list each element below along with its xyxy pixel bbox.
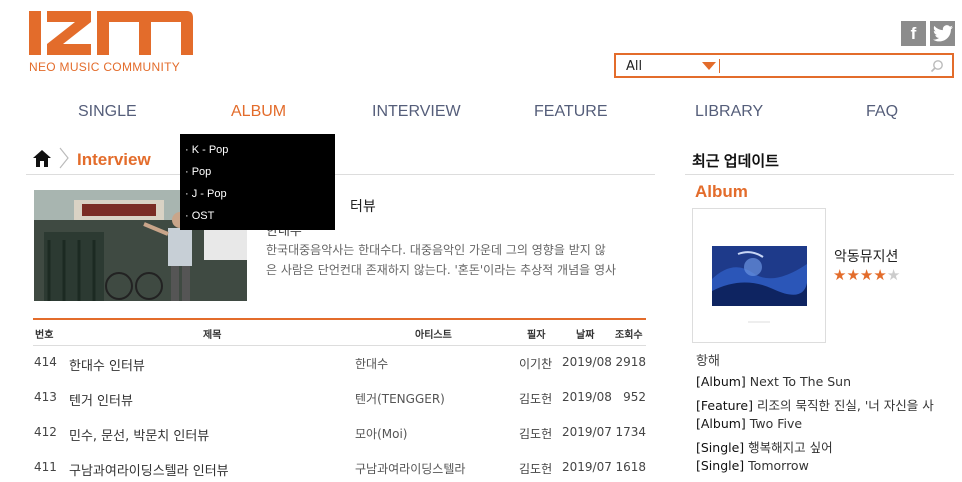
search-divider	[719, 59, 720, 73]
table-header-divider	[33, 345, 646, 346]
header-artist: 아티스트	[415, 330, 452, 341]
star-empty-icon: ★	[886, 266, 901, 284]
izm-logo[interactable]: NEO MUSIC COMMUNITY	[27, 8, 197, 76]
table-row[interactable]: 411 구남과여라이딩스텔라 인터뷰 구남과여라이딩스텔라 김도헌 2019/0…	[33, 460, 646, 480]
recent-updates-heading: 최근 업데이트	[692, 153, 779, 170]
row-artist[interactable]: 텐거(TENGGER)	[355, 390, 445, 407]
header-writer: 필자	[527, 330, 546, 341]
dropdown-item-ost[interactable]: · OST	[185, 208, 335, 230]
album-rating: ★ ★ ★ ★ ★	[833, 268, 900, 283]
album-cover[interactable]	[692, 208, 826, 343]
list-item[interactable]: [Album] Two Five	[696, 416, 958, 437]
nav-single[interactable]: SINGLE	[78, 103, 137, 121]
header-title: 제목	[203, 330, 222, 341]
dropdown-item-kpop[interactable]: · K - Pop	[185, 142, 335, 164]
row-no: 412	[34, 425, 57, 439]
table-row[interactable]: 414 한대수 인터뷰 한대수 이기찬 2019/08 2918	[33, 355, 646, 375]
row-date: 2019/08	[562, 390, 612, 404]
sidebar-divider	[685, 174, 954, 175]
update-text: Next To The Sun	[745, 374, 852, 389]
star-filled-icon: ★	[846, 266, 860, 284]
row-date: 2019/07	[562, 425, 612, 439]
row-writer: 김도헌	[519, 427, 553, 441]
nav-album[interactable]: ALBUM	[231, 103, 286, 121]
row-title[interactable]: 한대수 인터뷰	[69, 355, 145, 374]
row-title[interactable]: 텐거 인터뷰	[69, 390, 133, 409]
header-views: 조회수	[615, 330, 643, 341]
header-date: 날짜	[576, 330, 595, 341]
update-text: 행복해지고 싶어	[744, 440, 833, 455]
nav-faq[interactable]: FAQ	[866, 103, 898, 121]
search-category-select[interactable]: All	[626, 59, 642, 74]
star-filled-icon: ★	[873, 266, 887, 284]
album-dropdown-menu: · K - Pop · Pop · J - Pop · OST	[180, 134, 335, 230]
twitter-icon[interactable]	[930, 21, 955, 46]
row-writer: 김도헌	[519, 462, 553, 476]
table-row[interactable]: 412 민수, 문선, 박문치 인터뷰 모아(Moi) 김도헌 2019/07 …	[33, 425, 646, 445]
row-date: 2019/08	[562, 355, 612, 369]
row-views: 952	[623, 390, 646, 404]
table-row[interactable]: 413 텐거 인터뷰 텐거(TENGGER) 김도헌 2019/08 952	[33, 390, 646, 410]
update-category: [Single]	[696, 440, 745, 455]
row-artist[interactable]: 구남과여라이딩스텔라	[355, 460, 465, 477]
album-title: 항해	[696, 354, 720, 369]
list-item[interactable]: [Single] Tomorrow	[696, 458, 958, 479]
row-views: 2918	[615, 355, 646, 369]
table-top-border	[33, 318, 646, 320]
breadcrumb-divider	[26, 174, 655, 175]
row-date: 2019/07	[562, 460, 612, 474]
dropdown-arrow-icon[interactable]	[702, 62, 716, 70]
list-item[interactable]: [Album] Next To The Sun	[696, 374, 958, 395]
nav-library[interactable]: LIBRARY	[695, 103, 763, 121]
page-title: Interview	[77, 150, 151, 169]
list-item[interactable]: [Single] 행복해지고 싶어	[696, 437, 958, 458]
star-filled-icon: ★	[859, 266, 874, 284]
facebook-icon[interactable]: f	[901, 21, 926, 46]
search-input[interactable]	[722, 56, 922, 75]
row-title[interactable]: 구남과여라이딩스텔라 인터뷰	[69, 460, 229, 479]
chevron-right-icon	[59, 147, 69, 173]
row-views: 1618	[615, 460, 646, 474]
sidebar-section-title: Album	[695, 182, 748, 201]
row-views: 1734	[615, 425, 646, 439]
update-category: [Album]	[696, 374, 746, 389]
album-artist-name[interactable]: 악동뮤지션	[834, 246, 898, 266]
nav-feature[interactable]: FEATURE	[534, 103, 607, 121]
search-icon[interactable]	[930, 58, 944, 77]
home-icon[interactable]	[33, 149, 51, 171]
main-nav: SINGLE ALBUM INTERVIEW FEATURE LIBRARY F…	[0, 103, 962, 127]
row-writer: 김도헌	[519, 392, 553, 406]
row-artist[interactable]: 한대수	[355, 355, 388, 372]
recent-updates-list: [Album] Next To The Sun [Feature] 리조의 묵직…	[696, 374, 958, 479]
update-category: [Feature]	[696, 398, 753, 413]
table-header: 번호 제목 아티스트 필자 날짜 조회수	[33, 326, 646, 342]
update-text: Two Five	[745, 416, 803, 431]
update-text: Tomorrow	[744, 458, 809, 473]
dropdown-item-pop[interactable]: · Pop	[185, 164, 335, 186]
featured-description: 한국대중음악사는 한대수다. 대중음악인 가운데 그의 영향을 받지 않 은 사…	[266, 240, 651, 280]
row-writer: 이기찬	[519, 357, 553, 371]
list-item[interactable]: [Feature] 리조의 묵직한 진실, '너 자신을 사	[696, 395, 958, 416]
header-no: 번호	[35, 330, 54, 341]
star-filled-icon: ★	[833, 266, 847, 284]
search-bar: All	[614, 53, 954, 78]
row-no: 413	[34, 390, 57, 404]
update-category: [Single]	[696, 458, 745, 473]
dropdown-item-jpop[interactable]: · J - Pop	[185, 186, 335, 208]
nav-interview[interactable]: INTERVIEW	[372, 103, 461, 121]
featured-desc-line-1: 한국대중음악사는 한대수다. 대중음악인 가운데 그의 영향을 받지 않	[266, 243, 606, 257]
row-title[interactable]: 민수, 문선, 박문치 인터뷰	[69, 425, 209, 444]
social-links: f	[901, 21, 955, 46]
breadcrumb: Interview	[33, 147, 151, 173]
row-artist[interactable]: 모아(Moi)	[355, 425, 407, 442]
row-no: 411	[34, 460, 57, 474]
update-text: 리조의 묵직한 진실, '너 자신을 사	[753, 398, 934, 413]
update-category: [Album]	[696, 416, 746, 431]
featured-desc-line-2: 은 사람은 단언컨대 존재하지 않는다. '혼돈'이라는 추상적 개념을 영사	[266, 263, 617, 277]
logo-tagline: NEO MUSIC COMMUNITY	[29, 60, 181, 74]
row-no: 414	[34, 355, 57, 369]
izm-logo-mark	[29, 11, 193, 55]
